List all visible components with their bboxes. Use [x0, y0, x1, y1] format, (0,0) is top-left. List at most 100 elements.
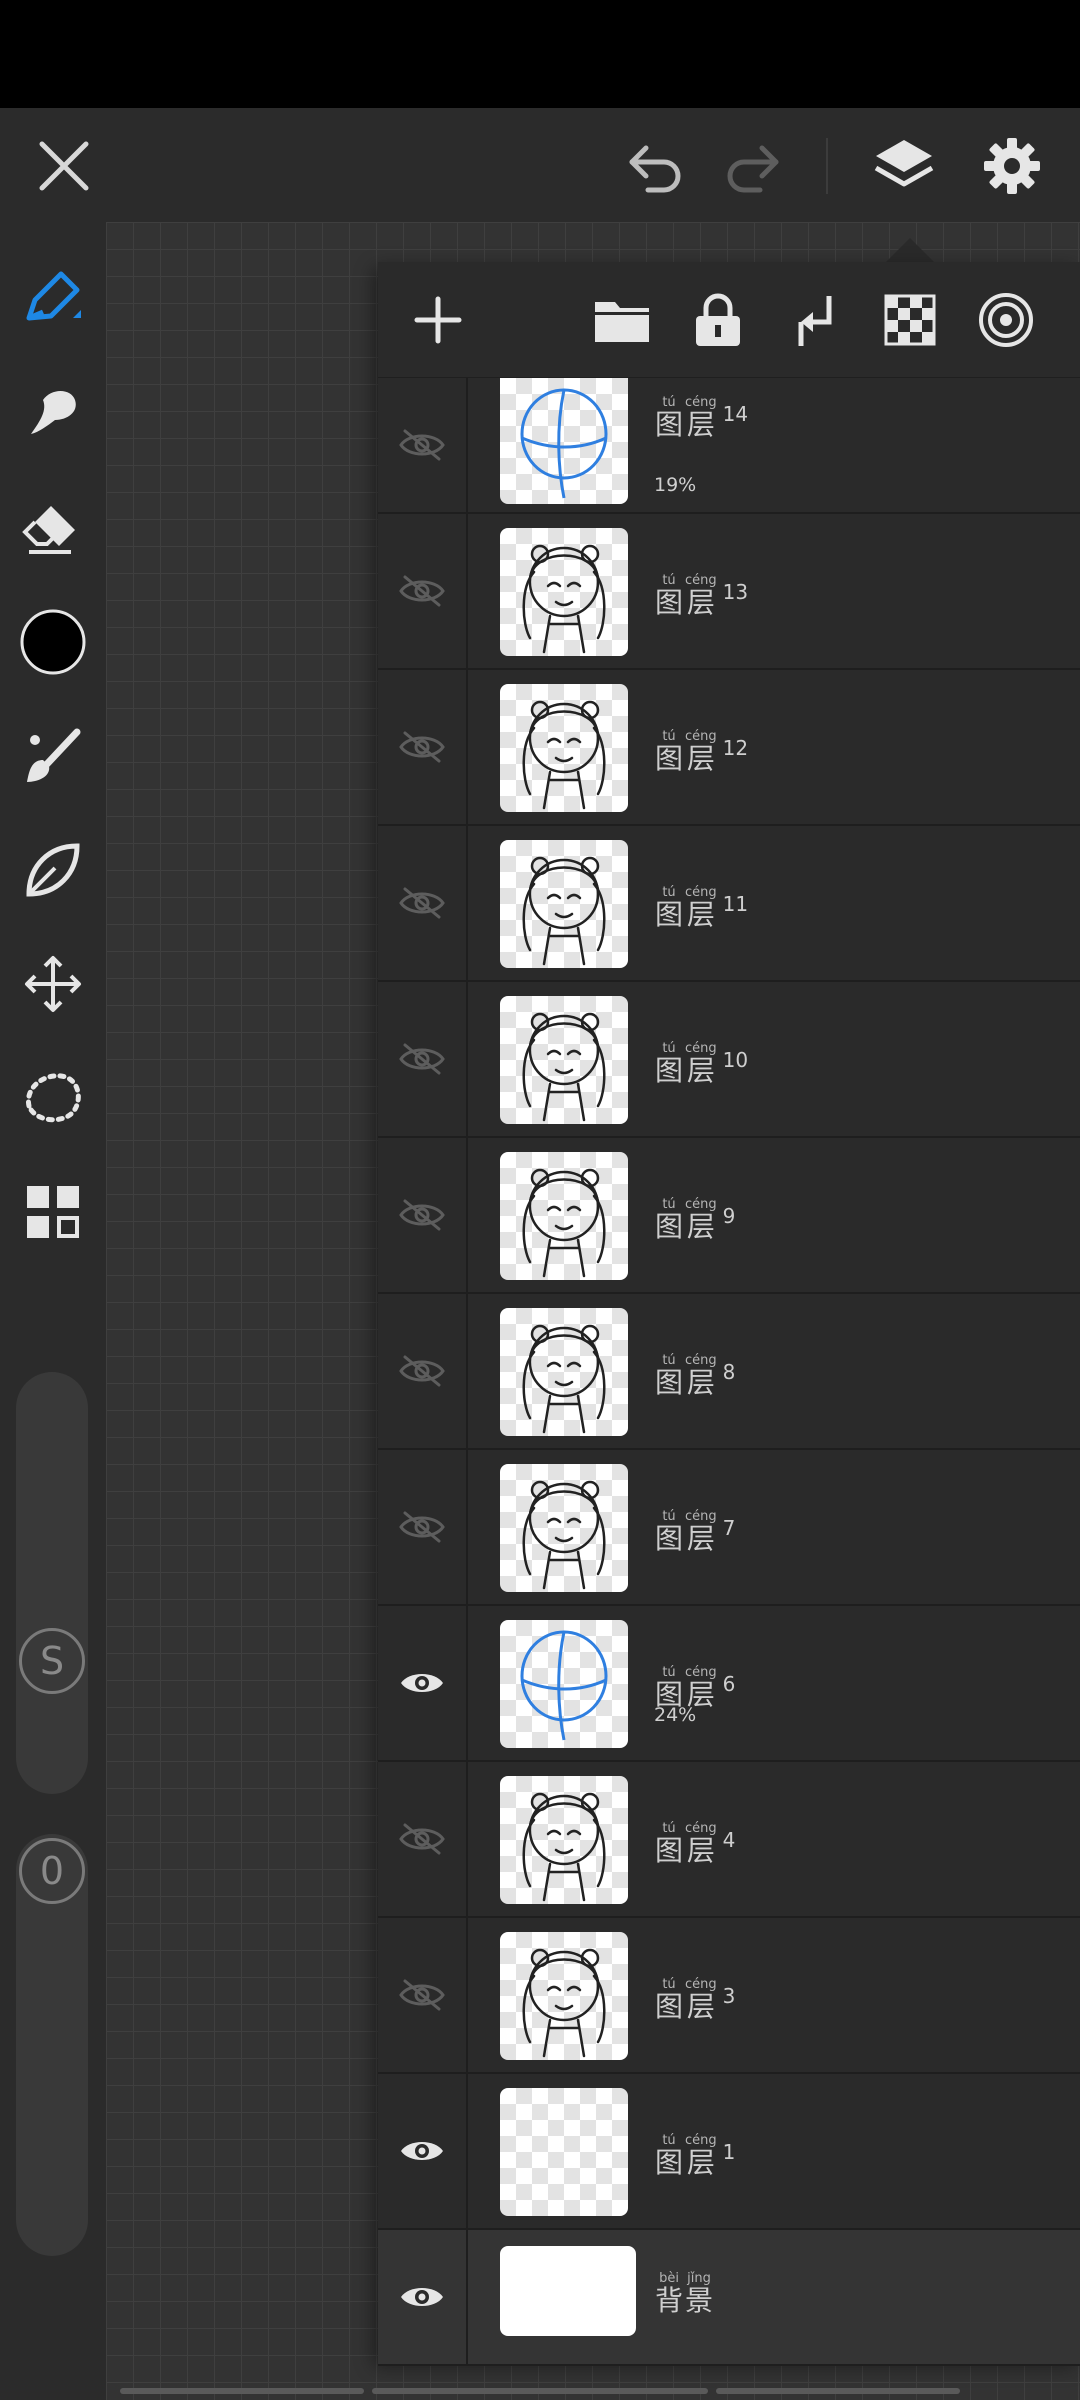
- layer-name: tú 图 céng 层 8: [655, 1354, 735, 1398]
- layer-label-char: 图: [655, 586, 684, 619]
- layer-number: 11: [722, 892, 749, 916]
- layer-number: 14: [722, 402, 749, 426]
- color-picker-icon[interactable]: [13, 602, 93, 682]
- scroll-indicator: [716, 2388, 960, 2394]
- layer-label-char: 层: [686, 742, 715, 775]
- smudge-tool-icon[interactable]: [13, 372, 93, 452]
- layer-name: tú 图 céng 层 12: [655, 730, 748, 774]
- redo-icon[interactable]: [712, 126, 792, 206]
- layer-name: tú 图 céng 层 3: [655, 1978, 735, 2022]
- layer-label-char: 层: [686, 2146, 715, 2179]
- layer-thumbnail[interactable]: [500, 1776, 628, 1904]
- shape-tool-icon[interactable]: [13, 830, 93, 910]
- layer-row[interactable]: tú 图 céng 层 9: [378, 1138, 1080, 1294]
- eye-off-icon[interactable]: [378, 826, 468, 980]
- eraser-tool-icon[interactable]: [13, 488, 93, 568]
- layer-number: 13: [722, 580, 749, 604]
- layer-label-char: 图: [655, 1834, 684, 1867]
- tool-bar: S 0: [0, 222, 106, 2400]
- layer-opacity: 24%: [654, 1704, 697, 1726]
- layer-row[interactable]: tú 图 céng 层 14 19%: [378, 378, 1080, 514]
- scroll-indicator: [120, 2388, 364, 2394]
- layer-row[interactable]: tú 图 céng 层 3: [378, 1918, 1080, 2074]
- layer-thumbnail[interactable]: [500, 378, 628, 504]
- layer-row[interactable]: tú 图 céng 层 8: [378, 1294, 1080, 1450]
- layer-name: tú 图 céng 层 4: [655, 1822, 735, 1866]
- layer-name: tú 图 céng 层 11: [655, 886, 748, 930]
- eye-off-icon[interactable]: [378, 670, 468, 824]
- move-tool-icon[interactable]: [13, 944, 93, 1024]
- layer-thumbnail[interactable]: [500, 1152, 628, 1280]
- layer-number: 3: [722, 1984, 736, 2008]
- layer-label-char: 图: [655, 1366, 684, 1399]
- layer-row[interactable]: tú 图 céng 层 6 24%: [378, 1606, 1080, 1762]
- layer-thumbnail[interactable]: [500, 996, 628, 1124]
- layer-label-char: 图: [655, 1522, 684, 1555]
- brush-size-knob[interactable]: S: [19, 1628, 85, 1694]
- folder-icon[interactable]: [582, 280, 662, 360]
- eye-off-icon[interactable]: [378, 982, 468, 1136]
- layer-row[interactable]: tú 图 céng 层 10: [378, 982, 1080, 1138]
- layer-row[interactable]: tú 图 céng 层 13: [378, 514, 1080, 670]
- layer-row[interactable]: tú 图 céng 层 12: [378, 670, 1080, 826]
- layer-thumbnail[interactable]: [500, 1932, 628, 2060]
- layer-thumbnail[interactable]: [500, 2088, 628, 2216]
- lasso-tool-icon[interactable]: [13, 1058, 93, 1138]
- eye-off-icon[interactable]: [378, 1450, 468, 1604]
- eye-off-icon[interactable]: [378, 1138, 468, 1292]
- layer-list: tú 图 céng 层 14 19% tú 图 céng 层 13 tú 图 céng 层 12 tú 图 céng…: [378, 378, 1080, 2366]
- top-bar: [0, 108, 1080, 222]
- eye-off-icon[interactable]: [378, 1918, 468, 2072]
- layer-thumbnail[interactable]: [500, 840, 628, 968]
- layer-thumbnail[interactable]: [500, 1464, 628, 1592]
- layer-number: 1: [722, 2140, 736, 2164]
- brush-tool-icon[interactable]: [13, 716, 93, 796]
- eye-icon[interactable]: [378, 1606, 468, 1760]
- add-layer-icon[interactable]: [398, 280, 478, 360]
- panel-pointer: [886, 238, 934, 262]
- layers-icon[interactable]: [864, 126, 944, 206]
- layer-thumbnail[interactable]: [500, 1308, 628, 1436]
- layer-opacity: 19%: [654, 474, 697, 496]
- layer-thumbnail[interactable]: [500, 684, 628, 812]
- close-icon[interactable]: [24, 126, 104, 206]
- brush-opacity-knob[interactable]: 0: [19, 1838, 85, 1904]
- scroll-indicator: [372, 2388, 708, 2394]
- background-layer-row[interactable]: bèi 背 jǐng 景: [378, 2230, 1080, 2366]
- eye-off-icon[interactable]: [378, 1294, 468, 1448]
- eye-off-icon[interactable]: [378, 514, 468, 668]
- merge-down-icon[interactable]: [774, 280, 854, 360]
- layer-label-char: 层: [686, 1366, 715, 1399]
- layer-row[interactable]: tú 图 céng 层 7: [378, 1450, 1080, 1606]
- grid-menu-icon[interactable]: [13, 1172, 93, 1252]
- gear-icon[interactable]: [972, 126, 1052, 206]
- layer-thumbnail[interactable]: [500, 528, 628, 656]
- lock-icon[interactable]: [678, 280, 758, 360]
- layer-number: 10: [722, 1048, 749, 1072]
- layer-row[interactable]: tú 图 céng 层 11: [378, 826, 1080, 982]
- layer-thumbnail[interactable]: [500, 1620, 628, 1748]
- pen-tool-icon[interactable]: [13, 258, 93, 338]
- layer-label-char: 层: [686, 1210, 715, 1243]
- reference-target-icon[interactable]: [966, 280, 1046, 360]
- background-thumbnail[interactable]: [500, 2246, 636, 2336]
- eye-off-icon[interactable]: [378, 1762, 468, 1916]
- eye-icon[interactable]: [378, 2230, 468, 2364]
- layer-label-char: 图: [655, 2146, 684, 2179]
- eye-off-icon[interactable]: [378, 378, 468, 512]
- layer-panel-actions: [378, 262, 1080, 378]
- layer-row[interactable]: tú 图 céng 层 1: [378, 2074, 1080, 2230]
- undo-icon[interactable]: [616, 126, 696, 206]
- layer-label-char: 层: [686, 1522, 715, 1555]
- layer-number: 4: [722, 1828, 736, 1852]
- transparency-icon[interactable]: [870, 280, 950, 360]
- brush-size-slider[interactable]: [16, 1372, 88, 1794]
- layer-label-char: 层: [686, 586, 715, 619]
- layer-label-char: 图: [655, 408, 684, 441]
- layer-label-char: 层: [686, 1054, 715, 1087]
- layer-row[interactable]: tú 图 céng 层 4: [378, 1762, 1080, 1918]
- layer-label-char: 图: [655, 1054, 684, 1087]
- eye-icon[interactable]: [378, 2074, 468, 2228]
- layer-name: tú 图 céng 层 13: [655, 574, 748, 618]
- layer-label-char: 层: [686, 408, 715, 441]
